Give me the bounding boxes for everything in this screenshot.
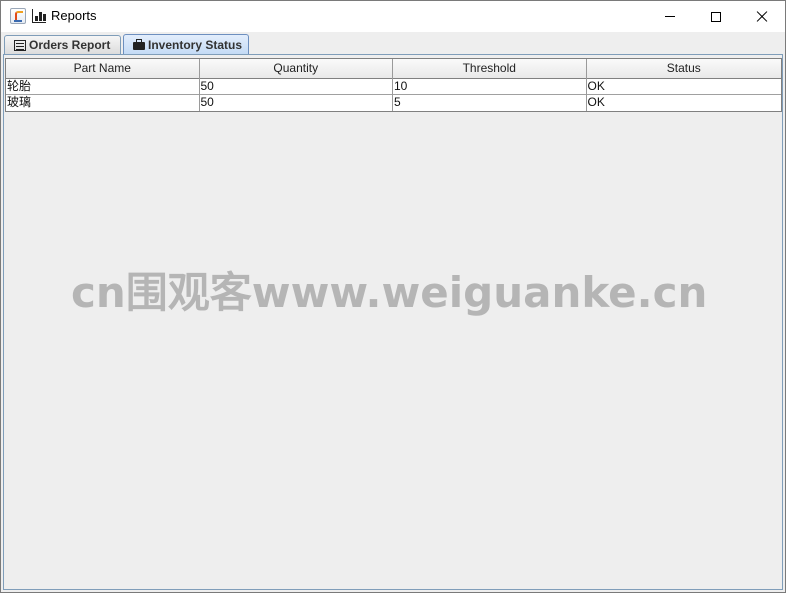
minimize-button[interactable] [647,1,693,32]
bar-chart-icon [32,9,46,23]
cell-part-name[interactable]: 玻璃 [6,95,200,111]
cell-quantity[interactable]: 50 [200,95,393,111]
tab-label: Orders Report [29,38,111,52]
column-header-status[interactable]: Status [587,59,782,79]
box-icon [133,39,145,50]
cell-status[interactable]: OK [587,95,782,111]
maximize-button[interactable] [693,1,739,32]
cell-part-name[interactable]: 轮胎 [6,79,200,95]
tab-bar: Orders Report Inventory Status [1,32,785,54]
tab-inventory-status[interactable]: Inventory Status [123,34,249,54]
window-title: Reports [51,8,97,23]
close-button[interactable] [739,1,785,32]
java-cup-icon [10,8,26,24]
close-icon [756,11,768,23]
title-bar[interactable]: Reports [1,1,785,32]
reports-window: Reports Orders Report Inventory Status P… [0,0,786,593]
list-icon [14,39,26,51]
column-header-quantity[interactable]: Quantity [200,59,393,79]
cell-threshold[interactable]: 5 [393,95,587,111]
inventory-panel: Part Name Quantity Threshold Status 轮胎 5… [3,54,783,590]
tab-label: Inventory Status [148,37,243,52]
cell-threshold[interactable]: 10 [393,79,587,95]
column-header-threshold[interactable]: Threshold [393,59,587,79]
table-header: Part Name Quantity Threshold Status [6,59,781,79]
cell-quantity[interactable]: 50 [200,79,393,95]
watermark-text: cn围观客www.weiguanke.cn [71,268,708,317]
tab-orders-report[interactable]: Orders Report [4,35,121,54]
table-row[interactable]: 玻璃 50 5 OK [6,95,781,111]
minimize-icon [665,16,675,17]
cell-status[interactable]: OK [587,79,782,95]
inventory-table[interactable]: Part Name Quantity Threshold Status 轮胎 5… [5,58,782,112]
column-header-part-name[interactable]: Part Name [6,59,200,79]
maximize-icon [711,11,721,22]
table-row[interactable]: 轮胎 50 10 OK [6,79,781,95]
